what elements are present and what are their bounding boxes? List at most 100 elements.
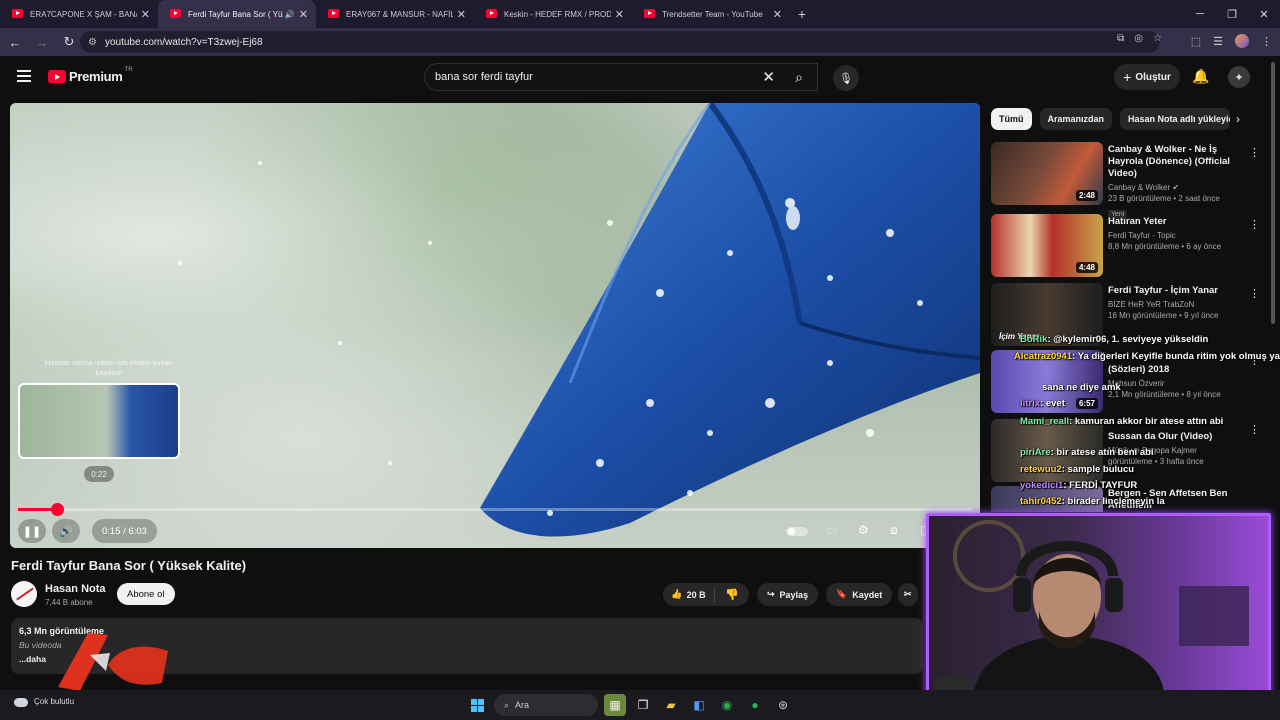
- chip-all[interactable]: Tümü: [991, 108, 1032, 130]
- audio-playing-icon[interactable]: 🔊: [285, 10, 295, 19]
- extensions-icon[interactable]: ⬚: [1191, 35, 1201, 48]
- webcam-overlay: [926, 513, 1271, 706]
- page-scrollbar[interactable]: [1271, 62, 1275, 324]
- recommended-video[interactable]: 2:48 Canbay & Wolker - Ne İş Hayrola (Dö…: [991, 142, 1271, 219]
- show-more-link[interactable]: ...daha: [19, 654, 46, 664]
- install-app-icon[interactable]: ⧉: [1117, 33, 1124, 44]
- spotify-icon[interactable]: ●: [744, 694, 766, 716]
- video-thumbnail[interactable]: 2:48: [991, 142, 1103, 205]
- more-actions-icon[interactable]: ⋮: [1249, 287, 1260, 300]
- restore-icon[interactable]: ❐: [1216, 0, 1248, 28]
- channel-name[interactable]: Hasan Nota: [45, 583, 106, 595]
- voice-search-icon[interactable]: 🎙: [833, 65, 859, 91]
- chat-message: piriAre: bir atese atın beni abi: [1020, 447, 1154, 458]
- weather-widget[interactable]: Çok bulutlu: [14, 696, 74, 707]
- notifications-bell-icon[interactable]: 🔔: [1192, 68, 1209, 85]
- channel-avatar[interactable]: [11, 581, 37, 607]
- chip-uploader[interactable]: Hasan Nota adlı yükleyic: [1120, 108, 1231, 130]
- chat-message: tahir0452: birader linçlemeyin la: [1020, 496, 1165, 507]
- share-button[interactable]: ↪ Paylaş: [757, 583, 819, 606]
- steam-icon[interactable]: ⊛: [772, 694, 794, 716]
- search-icon[interactable]: ⌕: [781, 63, 817, 91]
- task-view-icon[interactable]: ❐: [632, 694, 654, 716]
- youtube-favicon-icon: [328, 9, 339, 18]
- bookmark-star-icon[interactable]: ☆: [1153, 33, 1162, 44]
- youtube-premium-logo[interactable]: Premium TR: [48, 67, 133, 84]
- recommended-title[interactable]: Ferdi Tayfur - İçim Yanar: [1108, 285, 1248, 297]
- subscriber-count: 7,44 B abone: [45, 598, 93, 607]
- recommended-title[interactable]: Sussan da Olur (Video): [1108, 431, 1248, 443]
- widgets-icon[interactable]: ▦: [604, 694, 626, 716]
- youtube-favicon-icon: [170, 9, 181, 18]
- file-explorer-icon[interactable]: ▰: [660, 694, 682, 716]
- clear-search-icon[interactable]: ✕: [762, 68, 775, 86]
- close-window-icon[interactable]: ✕: [1248, 0, 1280, 28]
- browser-tab[interactable]: Keskin - HEDEF RMX / PROD. E ✕: [474, 0, 632, 28]
- account-avatar[interactable]: ✦: [1228, 66, 1250, 88]
- verified-icon: ✔: [1172, 183, 1180, 192]
- back-icon[interactable]: ←: [3, 30, 27, 54]
- browser-toolbar: ← → ↻ ⚙ youtube.com/watch?v=T3zwej-Ej68 …: [0, 28, 1280, 56]
- reload-icon[interactable]: ↻: [57, 30, 81, 54]
- recommended-channel[interactable]: Mahsun Özverir: [1108, 379, 1248, 388]
- tracking-protection-icon[interactable]: ◎: [1134, 33, 1143, 44]
- recommended-title[interactable]: Hatıran Yeter: [1108, 216, 1248, 228]
- browser-tab[interactable]: ERA7CAPONE X ŞAM - BANA S ✕: [0, 0, 158, 28]
- close-tab-icon[interactable]: ✕: [299, 8, 308, 21]
- chip-from-search[interactable]: Aramanızdan: [1039, 108, 1113, 130]
- chrome-icon[interactable]: ◉: [716, 694, 738, 716]
- youtube-logo-icon: [48, 70, 66, 83]
- volume-icon[interactable]: 🔊: [52, 519, 80, 543]
- start-button[interactable]: [466, 694, 488, 716]
- microsoft-store-icon[interactable]: ◧: [688, 694, 710, 716]
- profile-avatar[interactable]: [1235, 34, 1249, 48]
- recommended-title[interactable]: (Sözleri) 2018: [1108, 364, 1248, 376]
- video-player[interactable]: Hassas sarma işlemi için ekranı yukarı k…: [10, 103, 980, 548]
- progress-bar[interactable]: [18, 503, 972, 516]
- more-actions-icon[interactable]: ⋮: [1249, 218, 1260, 231]
- close-tab-icon[interactable]: ✕: [457, 8, 466, 21]
- cloud-icon: [14, 698, 28, 707]
- new-tab-button[interactable]: +: [790, 0, 814, 28]
- more-actions-icon[interactable]: ⋮: [1249, 423, 1260, 436]
- recommended-channel[interactable]: Canbay & Wolker: [1108, 183, 1170, 192]
- minimize-icon[interactable]: ─: [1184, 0, 1216, 28]
- address-bar[interactable]: ⚙ youtube.com/watch?v=T3zwej-Ej68: [80, 31, 1160, 53]
- browser-tab-active[interactable]: Ferdi Tayfur Bana Sor ( Yüks 🔊 ✕: [158, 0, 316, 28]
- chat-message: Alcatraz0941: Ya diğerleri Keyifle bunda…: [1014, 351, 1280, 362]
- browser-tab[interactable]: Trendsetter Team - YouTube ✕: [632, 0, 790, 28]
- close-tab-icon[interactable]: ✕: [141, 8, 150, 21]
- browser-menu-icon[interactable]: ⋮: [1261, 35, 1272, 48]
- forward-icon[interactable]: →: [30, 30, 54, 54]
- site-info-icon[interactable]: ⚙: [88, 37, 97, 48]
- taskbar-search[interactable]: ⌕ Ara: [494, 694, 598, 716]
- autoplay-toggle[interactable]: [786, 527, 808, 536]
- recommended-video[interactable]: 4:48 Hatıran Yeter Ferdi Tayfur - Topic …: [991, 214, 1271, 278]
- share-arrow-icon: ↪: [767, 589, 775, 599]
- recommended-title[interactable]: Canbay & Wolker - Ne İş Hayrola (Dönence…: [1108, 144, 1248, 180]
- video-thumbnail[interactable]: 4:48: [991, 214, 1103, 277]
- browser-tab[interactable]: ERAY067 & MANSUR - NAFİLE ✕: [316, 0, 474, 28]
- recommended-channel[interactable]: Ferdi Tayfur - Topic: [1108, 231, 1248, 240]
- search-input[interactable]: [435, 71, 755, 83]
- chevron-right-icon[interactable]: ›: [1236, 112, 1240, 126]
- seek-preview-time: 0:22: [84, 466, 114, 482]
- more-actions-icon[interactable]: ⋮: [1249, 146, 1260, 159]
- reading-list-icon[interactable]: ☰: [1213, 35, 1223, 48]
- settings-gear-icon[interactable]: ⚙: [858, 523, 869, 537]
- close-tab-icon[interactable]: ✕: [615, 8, 624, 21]
- clip-scissors-icon[interactable]: ✂: [898, 583, 918, 606]
- like-button[interactable]: 👍 20 B: [663, 586, 715, 603]
- dislike-icon[interactable]: 👎: [715, 588, 749, 601]
- create-button[interactable]: + Oluştur: [1114, 64, 1180, 90]
- close-tab-icon[interactable]: ✕: [773, 8, 782, 21]
- pause-icon[interactable]: ❚❚: [18, 519, 46, 543]
- thumbs-up-icon: 👍: [671, 589, 683, 599]
- subtitles-icon[interactable]: ▭: [826, 523, 837, 537]
- miniplayer-icon[interactable]: ⧈: [890, 523, 898, 538]
- menu-icon[interactable]: [17, 70, 31, 85]
- subscribe-button[interactable]: Abone ol: [117, 583, 175, 605]
- recommended-channel[interactable]: BİZE HeR YeR TrabZoN: [1108, 300, 1248, 309]
- bookmark-icon: 🔖: [836, 589, 848, 599]
- save-button[interactable]: 🔖 Kaydet: [826, 583, 893, 606]
